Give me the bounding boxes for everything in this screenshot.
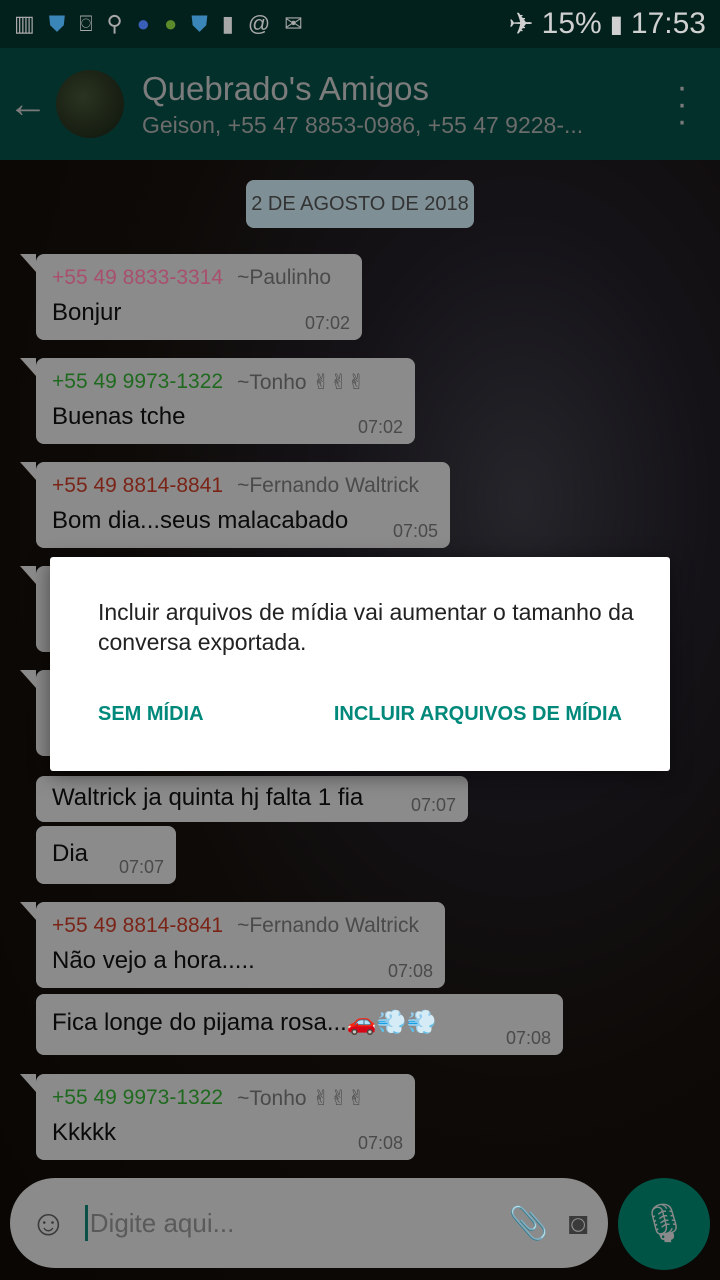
message-text: Bonjur [52, 299, 122, 326]
sender-alias: ~Fernando Waltrick [237, 914, 419, 937]
green-app-icon: ● [163, 11, 178, 36]
message-text: Buenas tche [52, 403, 186, 430]
attach-icon[interactable]: 📎 [509, 1204, 549, 1242]
sender-alias: ~Paulinho [237, 266, 332, 289]
sender-number[interactable]: +55 49 8833-3314 [52, 266, 223, 290]
sender-number[interactable]: +55 49 8814-8841 [52, 914, 223, 938]
without-media-button[interactable]: SEM MÍDIA [98, 703, 204, 726]
camera-icon[interactable]: ◙ [569, 1205, 588, 1242]
message-time: 07:07 [410, 795, 456, 815]
message-bubble[interactable]: +55 49 8814-8841 ~Fernando Waltrick Bom d… [20, 462, 450, 548]
microphone-icon: 🎙 [639, 1203, 689, 1245]
message-text: Kkkkk [52, 1119, 117, 1146]
dialog-message: Incluir arquivos de mídia vai aumentar o… [98, 599, 634, 655]
message-text: Waltrick ja quinta hj falta 1 fia [52, 784, 364, 811]
battery-charging-icon: ▮ [609, 10, 623, 38]
email-at-icon: @ [247, 11, 271, 36]
mail-icon: ✉ [284, 11, 303, 36]
trash-icon: ▮ [221, 11, 234, 36]
message-time: 07:02 [304, 313, 350, 333]
message-bubble[interactable]: +55 49 8814-8841 ~Fernando Waltrick Não v… [20, 902, 445, 988]
shield-icon: ⛊ [191, 11, 208, 36]
message-time: 07:02 [357, 417, 403, 437]
status-bar: ▥ ⛊ ⌼ ⚲ ● ● ⛊ ▮ @ ✉ ✈ 15% ▮ 17:53 [0, 0, 720, 48]
sd-card-icon: ▥ [14, 11, 35, 36]
sender-alias: ~Fernando Waltrick [237, 474, 419, 497]
message-time: 07:08 [357, 1133, 403, 1153]
message-bubble[interactable]: Waltrick ja quinta hj falta 1 fia 07:07 [36, 776, 468, 822]
message-bubble[interactable]: +55 49 9973-1322 ~Tonho ✌✌✌ Buenas tche 0… [20, 358, 415, 444]
voicemail-icon: ⌼ [79, 11, 93, 36]
message-bubble[interactable]: Dia 07:07 [36, 826, 176, 884]
message-bubble[interactable]: +55 49 9973-1322 ~Tonho ✌✌✌ Kkkkk 07:08 [20, 1074, 415, 1160]
chat-info[interactable]: Quebrado's Amigos Geison, +55 47 8853-09… [142, 70, 662, 139]
include-media-button[interactable]: INCLUIR ARQUIVOS DE MÍDIA [334, 703, 622, 726]
chat-header: ← Quebrado's Amigos Geison, +55 47 8853-… [0, 48, 720, 160]
message-time: 07:08 [505, 1028, 551, 1048]
message-time: 07:05 [392, 521, 438, 541]
message-time: 07:07 [118, 857, 164, 877]
message-bubble[interactable]: Fica longe do pijama rosa...🚗💨💨 07:08 [36, 994, 563, 1055]
clock: 17:53 [630, 7, 706, 40]
message-text: Bom dia...seus malacabado [52, 507, 349, 534]
broom-icon: ⚲ [106, 11, 123, 36]
back-arrow-icon[interactable]: ← [0, 82, 56, 127]
message-text: Não vejo a hora..... [52, 947, 255, 974]
date-divider: 2 DE AGOSTO DE 2018 [246, 180, 474, 228]
sender-number[interactable]: +55 49 9973-1322 [52, 1086, 223, 1110]
message-time: 07:08 [387, 961, 433, 981]
sender-alias: ~Tonho ✌✌✌ [237, 370, 366, 394]
shield-icon: ⛊ [48, 11, 66, 36]
sender-number[interactable]: +55 49 8814-8841 [52, 474, 223, 498]
export-media-dialog: Incluir arquivos de mídia vai aumentar o… [50, 557, 670, 771]
group-avatar[interactable] [56, 70, 124, 138]
sender-alias: ~Tonho ✌✌✌ [237, 1086, 366, 1110]
more-options-icon[interactable]: · · · [662, 70, 702, 138]
message-composer: ☺ Digite aqui... 📎 ◙ [10, 1178, 608, 1268]
microphone-button[interactable]: 🎙 [618, 1178, 710, 1270]
group-members: Geison, +55 47 8853-0986, +55 47 9228-..… [142, 111, 584, 138]
emoji-icon[interactable]: ☺ [30, 1202, 67, 1244]
group-title: Quebrado's Amigos [142, 69, 429, 107]
message-input[interactable]: Digite aqui... [84, 1205, 489, 1241]
sender-number[interactable]: +55 49 9973-1322 [52, 370, 223, 394]
message-bubble[interactable]: +55 49 8833-3314 ~Paulinho Bonjur 07:02 [20, 254, 362, 340]
cleaner-app-icon: ● [136, 11, 150, 36]
battery-percent: 15% [541, 7, 602, 40]
airplane-mode-icon: ✈ [508, 7, 534, 41]
message-text: Fica longe do pijama rosa...🚗💨💨 [52, 1009, 437, 1036]
